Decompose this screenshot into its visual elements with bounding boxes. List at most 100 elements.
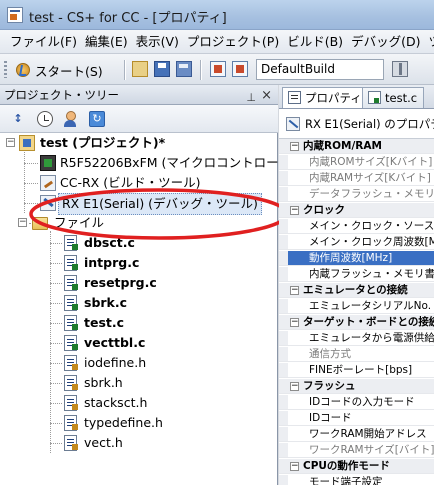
- c-file-icon: [64, 315, 78, 331]
- property-label: メイン・クロック・ソース: [309, 220, 434, 232]
- build-config-select[interactable]: DefaultBuild: [256, 59, 384, 80]
- user-icon[interactable]: [62, 111, 78, 127]
- property-row[interactable]: エミュレータシリアルNo.: [279, 299, 434, 314]
- property-label: ターゲット・ボードとの接続: [303, 316, 434, 328]
- open-icon[interactable]: [132, 61, 148, 77]
- property-row[interactable]: 内蔵RAMサイズ[Kバイト]: [279, 171, 434, 186]
- property-category[interactable]: − ターゲット・ボードとの接続: [279, 315, 434, 330]
- property-row[interactable]: 動作周波数[MHz]: [279, 251, 434, 266]
- highlight-ellipse: [29, 188, 289, 240]
- property-label: メイン・クロック周波数[MHz]: [309, 236, 434, 248]
- tree-item-label: intprg.c: [84, 255, 140, 270]
- property-row-gutter: [279, 171, 288, 185]
- collapse-icon[interactable]: −: [290, 462, 299, 471]
- tree-line: [24, 163, 38, 164]
- highlight-ellipse-shape: [29, 188, 289, 240]
- property-label: クロック: [303, 204, 345, 216]
- collapse-icon[interactable]: −: [290, 382, 299, 391]
- tree-line: [50, 323, 62, 324]
- collapse-icon[interactable]: −: [290, 318, 299, 327]
- tab-properties[interactable]: プロパティ: [282, 87, 369, 108]
- main-toolbar: スタート(S) DefaultBuild: [0, 54, 434, 85]
- tab-test-c[interactable]: test.c: [362, 87, 425, 108]
- rebuild-icon[interactable]: [232, 61, 248, 77]
- property-row-gutter: [279, 363, 288, 377]
- menu-tools[interactable]: ツー: [424, 30, 434, 53]
- property-label: モード端子設定: [309, 476, 383, 485]
- property-row[interactable]: ワークRAM開始アドレス: [279, 427, 434, 442]
- collapse-icon[interactable]: −: [6, 138, 15, 147]
- menu-debug[interactable]: デバッグ(D): [347, 30, 424, 53]
- property-row[interactable]: FINEボーレート[bps]: [279, 363, 434, 378]
- property-row-gutter: [279, 155, 288, 169]
- toolbar-grip[interactable]: [4, 61, 7, 78]
- property-row[interactable]: IDコードの入力モード: [279, 395, 434, 410]
- property-label: エミュレータから電源供給を: [309, 332, 434, 344]
- property-row-gutter: [279, 395, 288, 409]
- property-label: 内蔵RAMサイズ[Kバイト]: [309, 172, 431, 184]
- close-icon[interactable]: ×: [261, 86, 272, 106]
- collapse-icon[interactable]: −: [18, 218, 27, 227]
- property-row-gutter: [279, 411, 288, 425]
- h-file-icon: [64, 375, 78, 391]
- property-grid: − 内蔵ROM/RAM 内蔵ROMサイズ[Kバイト] 内蔵RAMサイズ[Kバイト] デー…: [279, 139, 434, 485]
- tree-line: [50, 443, 62, 444]
- tree-item-label: test.c: [84, 315, 125, 330]
- project-icon: [19, 135, 35, 151]
- property-row[interactable]: 通信方式: [279, 347, 434, 362]
- app-icon[interactable]: [7, 7, 23, 23]
- collapse-icon[interactable]: −: [290, 286, 299, 295]
- property-label: 動作周波数[MHz]: [309, 252, 393, 264]
- property-label: CPUの動作モード: [303, 460, 390, 472]
- property-category[interactable]: − エミュレータとの接続: [279, 283, 434, 298]
- property-row-gutter: [279, 443, 288, 457]
- property-category[interactable]: − クロック: [279, 203, 434, 218]
- refresh-icon[interactable]: ↻: [89, 111, 105, 127]
- menu-build[interactable]: ビルド(B): [283, 30, 347, 53]
- property-category[interactable]: − 内蔵ROM/RAM: [279, 139, 434, 154]
- property-row-gutter: [279, 331, 288, 345]
- properties-title-text: RX E1(Serial) のプロパティ: [305, 117, 434, 131]
- property-row[interactable]: ワークRAMサイズ[バイト]: [279, 443, 434, 458]
- project-tree-header: プロジェクト・ツリー ⊥ ×: [0, 85, 278, 105]
- menu-edit[interactable]: 編集(E): [81, 30, 132, 53]
- clock-icon[interactable]: [37, 111, 53, 127]
- property-category[interactable]: − フラッシュ: [279, 379, 434, 394]
- debug-build-icon[interactable]: [210, 61, 226, 77]
- c-file-icon: [64, 255, 78, 271]
- save-all-icon[interactable]: [176, 61, 192, 77]
- menu-file[interactable]: ファイル(F): [0, 30, 81, 53]
- property-row[interactable]: モード端子設定: [279, 475, 434, 485]
- property-row-gutter: [279, 235, 288, 249]
- h-file-icon: [64, 415, 78, 431]
- start-button[interactable]: スタート(S): [12, 59, 109, 81]
- tree-item-label: stacksct.h: [84, 395, 148, 410]
- tree-item-label: sbrk.c: [84, 295, 128, 310]
- save-icon[interactable]: [154, 61, 170, 77]
- tree-item-label: resetprg.c: [84, 275, 157, 290]
- tree-item-label: iodefine.h: [84, 355, 147, 370]
- property-row[interactable]: 内蔵ROMサイズ[Kバイト]: [279, 155, 434, 170]
- menu-view[interactable]: 表示(V): [132, 30, 183, 53]
- tab-label: test.c: [385, 91, 418, 105]
- collapse-icon[interactable]: −: [290, 206, 299, 215]
- tree-item-label: vecttbl.c: [84, 335, 146, 350]
- tools-icon[interactable]: [392, 61, 408, 77]
- sort-icon[interactable]: ↕: [10, 111, 26, 127]
- property-row[interactable]: エミュレータから電源供給を: [279, 331, 434, 346]
- property-row-gutter: [279, 219, 288, 233]
- menu-project[interactable]: プロジェクト(P): [183, 30, 283, 53]
- property-row[interactable]: IDコード: [279, 411, 434, 426]
- collapse-icon[interactable]: −: [290, 142, 299, 151]
- property-category[interactable]: − CPUの動作モード: [279, 459, 434, 474]
- tree-item-label: typedefine.h: [84, 415, 163, 430]
- tree-item-label: sbrk.h: [84, 375, 123, 390]
- property-row[interactable]: メイン・クロック周波数[MHz]: [279, 235, 434, 250]
- tree-line: [50, 303, 62, 304]
- property-label: IDコードの入力モード: [309, 396, 415, 408]
- tree-line: [50, 231, 51, 453]
- property-row[interactable]: 内蔵フラッシュ・メモリ書き換え: [279, 267, 434, 282]
- microcontroller-icon: [40, 155, 56, 171]
- property-row[interactable]: メイン・クロック・ソース: [279, 219, 434, 234]
- property-row[interactable]: データフラッシュ・メモリ・サイズ: [279, 187, 434, 202]
